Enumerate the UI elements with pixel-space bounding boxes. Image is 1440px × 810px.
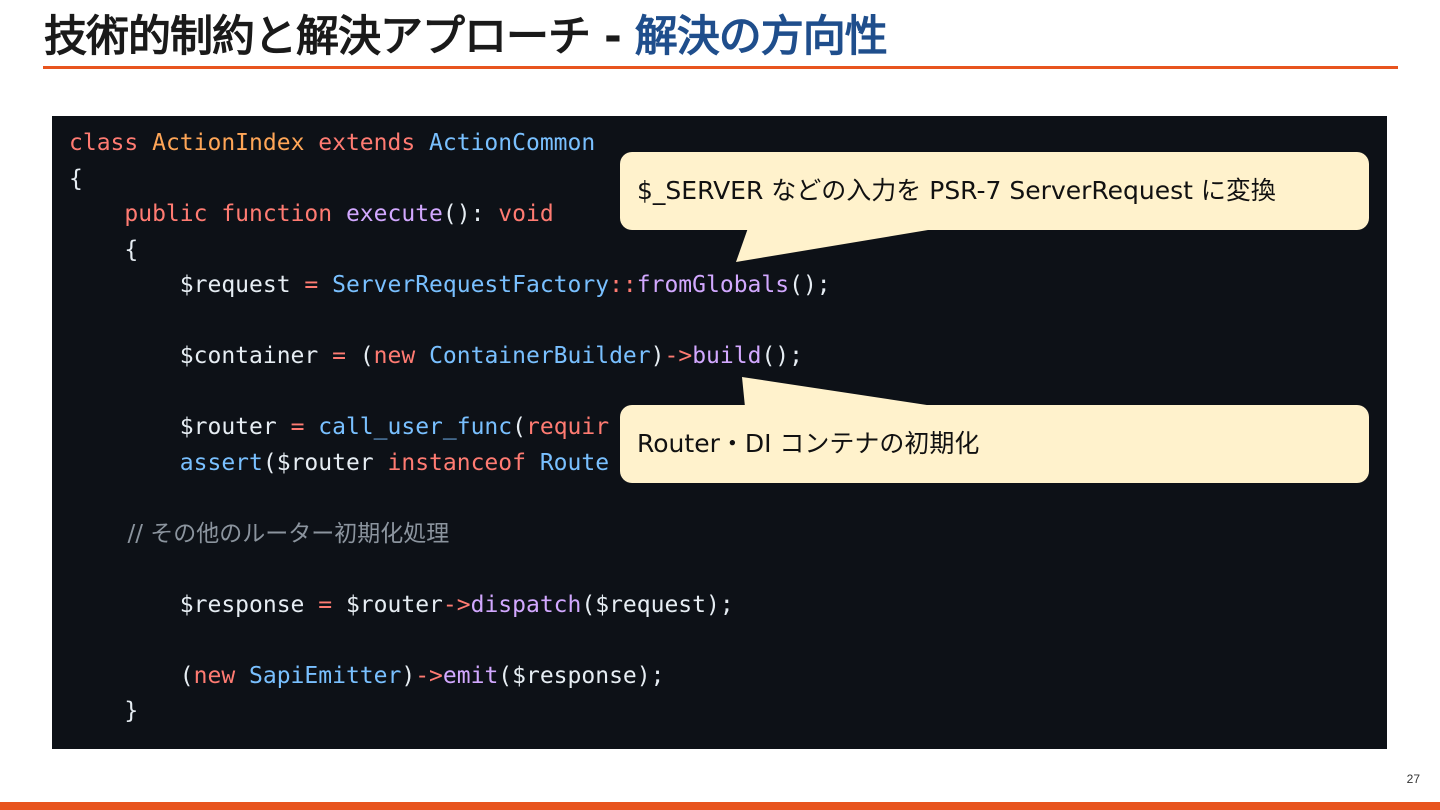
code-token: { xyxy=(69,236,139,263)
code-line: // その他のルーター初期化処理 xyxy=(69,517,831,553)
code-token: = xyxy=(332,343,360,369)
code-token: ActionIndex xyxy=(152,130,319,156)
code-token: fromGlobals xyxy=(636,272,790,298)
code-token: = xyxy=(290,414,319,440)
code-token: emit xyxy=(442,662,499,689)
code-token: instanceof xyxy=(387,449,540,476)
callout-router-di-init: Router・DI コンテナの初期化 xyxy=(620,405,1369,483)
code-token: ) xyxy=(650,343,665,369)
footer-bar xyxy=(0,802,1440,810)
code-token: (): xyxy=(442,201,499,227)
code-token: = xyxy=(318,591,346,618)
code-token: ( xyxy=(69,662,194,689)
code-token: public xyxy=(124,201,222,227)
code-token: $container xyxy=(69,343,333,369)
code-token: (); xyxy=(789,272,831,298)
code-token: $response xyxy=(69,591,319,618)
code-token: requir xyxy=(526,414,610,440)
slide-title-main: 技術的制約と解決アプローチ - xyxy=(44,12,635,62)
code-token: extends xyxy=(318,130,430,156)
code-token: } xyxy=(69,698,139,724)
code-token: void xyxy=(498,201,554,227)
page-number: 27 xyxy=(1406,772,1420,786)
code-line: $container = (new ContainerBuilder)->bui… xyxy=(69,339,831,375)
code-token: ($response); xyxy=(498,662,665,689)
code-token: SapiEmitter xyxy=(249,662,402,689)
title-underline xyxy=(43,66,1398,69)
code-token: { xyxy=(69,165,83,192)
code-line: $response = $router->dispatch($request); xyxy=(69,588,831,624)
code-token: (); xyxy=(761,343,803,369)
code-token: = xyxy=(304,272,333,298)
code-token: $router xyxy=(69,414,291,440)
slide-title-accent: 解決の方向性 xyxy=(634,12,888,62)
code-token: new xyxy=(193,662,250,689)
code-token: $router xyxy=(345,591,443,618)
code-line: (new SapiEmitter)->emit($response); xyxy=(69,659,831,695)
code-token: ($request); xyxy=(581,591,734,618)
code-token: ActionCommon xyxy=(429,130,596,156)
code-token: ( xyxy=(512,414,526,440)
code-token: class xyxy=(69,130,153,156)
code-token: // その他のルーター初期化処理 xyxy=(69,520,450,547)
code-token: :: xyxy=(609,272,637,298)
code-token: execute xyxy=(345,201,443,227)
code-token: function xyxy=(221,201,346,227)
callout-router-di-init-text: Router・DI コンテナの初期化 xyxy=(637,429,980,458)
code-line: } xyxy=(69,694,831,730)
code-token: ($router xyxy=(262,449,388,476)
code-token: new xyxy=(373,343,430,369)
code-token: -> xyxy=(415,662,443,689)
code-token: assert xyxy=(179,449,263,476)
code-token: -> xyxy=(664,343,693,369)
code-token: dispatch xyxy=(470,591,582,618)
code-token: ( xyxy=(359,343,374,369)
code-token: Route xyxy=(539,449,610,476)
callout-request-conversion: $_SERVER などの入力を PSR-7 ServerRequest に変換 xyxy=(620,152,1369,230)
code-token: $request xyxy=(69,272,305,298)
code-line: { xyxy=(69,233,831,269)
code-token: call_user_func xyxy=(318,414,513,440)
slide-title: 技術的制約と解決アプローチ - 解決の方向性 xyxy=(44,6,888,68)
callout-request-conversion-text: $_SERVER などの入力を PSR-7 ServerRequest に変換 xyxy=(637,176,1276,205)
code-token: ) xyxy=(401,662,416,689)
code-token: ServerRequestFactory xyxy=(332,272,610,298)
code-token: ContainerBuilder xyxy=(429,343,651,369)
code-token: build xyxy=(692,343,762,369)
code-line: $request = ServerRequestFactory::fromGlo… xyxy=(69,268,831,304)
code-token: -> xyxy=(442,591,471,618)
